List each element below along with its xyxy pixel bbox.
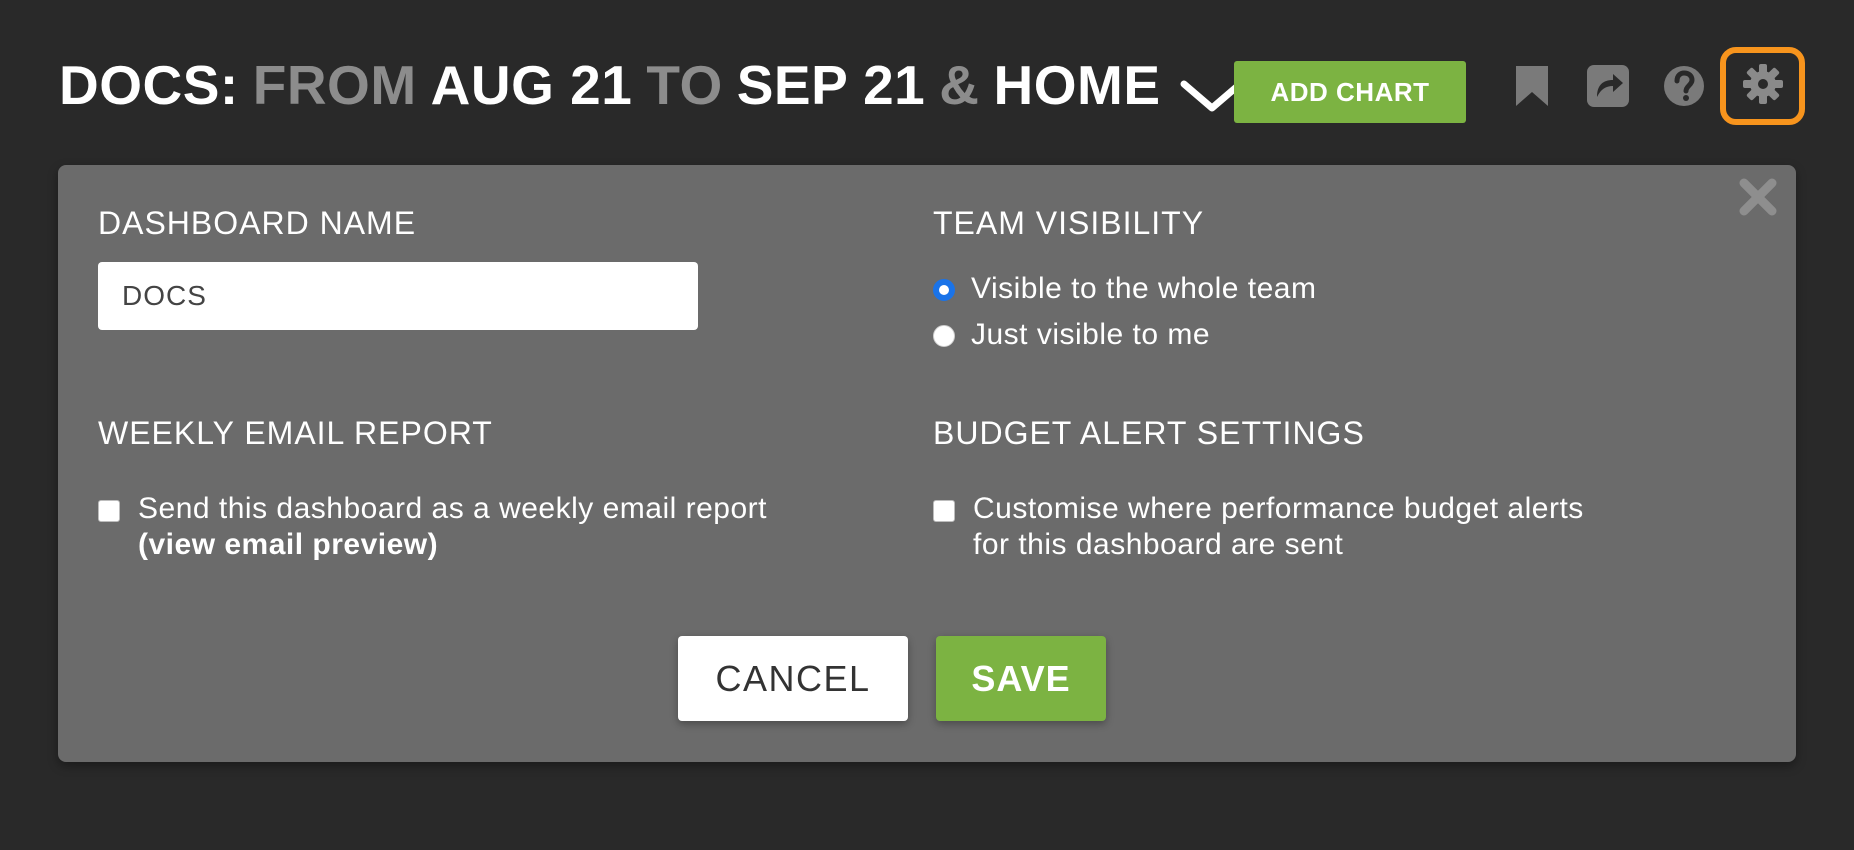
weekly-email-label: Send this dashboard as a weekly email re… bbox=[138, 492, 768, 525]
title-from-word: FROM bbox=[252, 54, 417, 116]
team-visibility-heading: TEAM VISIBILITY bbox=[933, 205, 1205, 241]
dashboard-name-input[interactable] bbox=[98, 262, 698, 330]
dashboard-name-heading: DASHBOARD NAME bbox=[98, 205, 417, 241]
share-icon[interactable] bbox=[1584, 62, 1632, 110]
dashboard-settings-panel: DASHBOARD NAME TEAM VISIBILITY Visible t… bbox=[58, 165, 1796, 762]
title-to-word: TO bbox=[646, 54, 723, 116]
settings-icon bbox=[1741, 62, 1785, 111]
bookmark-icon[interactable] bbox=[1508, 62, 1556, 110]
add-chart-button[interactable]: ADD CHART bbox=[1234, 61, 1466, 123]
visibility-option-me[interactable]: Just visible to me bbox=[933, 317, 1210, 353]
save-button[interactable]: SAVE bbox=[936, 636, 1106, 721]
help-icon[interactable] bbox=[1660, 62, 1708, 110]
dashboard-title: DOCS: FROM AUG 21 TO SEP 21 & HOME bbox=[59, 50, 1245, 120]
close-icon[interactable] bbox=[1738, 177, 1778, 217]
title-amp: & bbox=[939, 54, 980, 116]
page-selector[interactable]: HOME bbox=[994, 53, 1161, 117]
budget-alert-label-line1: Customise where performance budget alert… bbox=[973, 492, 1584, 525]
budget-alert-heading: BUDGET ALERT SETTINGS bbox=[933, 415, 1365, 451]
settings-button[interactable] bbox=[1720, 47, 1805, 125]
budget-alert-checkbox[interactable] bbox=[933, 500, 955, 522]
cancel-button[interactable]: CANCEL bbox=[678, 636, 908, 721]
view-email-preview-link[interactable]: (view email preview) bbox=[138, 528, 438, 561]
visibility-me-label: Just visible to me bbox=[971, 318, 1211, 351]
budget-alert-label-line2: for this dashboard are sent bbox=[973, 528, 1344, 561]
date-from[interactable]: AUG 21 bbox=[431, 53, 633, 117]
weekly-email-heading: WEEKLY EMAIL REPORT bbox=[98, 415, 493, 451]
budget-alert-option[interactable]: Customise where performance budget alert… bbox=[933, 491, 1584, 563]
title-prefix: DOCS: bbox=[59, 54, 239, 116]
visibility-team-radio[interactable] bbox=[933, 279, 955, 301]
weekly-email-checkbox[interactable] bbox=[98, 500, 120, 522]
date-to[interactable]: SEP 21 bbox=[737, 53, 926, 117]
visibility-option-team[interactable]: Visible to the whole team bbox=[933, 271, 1316, 307]
weekly-email-option[interactable]: Send this dashboard as a weekly email re… bbox=[98, 491, 767, 563]
visibility-team-label: Visible to the whole team bbox=[971, 272, 1317, 305]
visibility-me-radio[interactable] bbox=[933, 325, 955, 347]
